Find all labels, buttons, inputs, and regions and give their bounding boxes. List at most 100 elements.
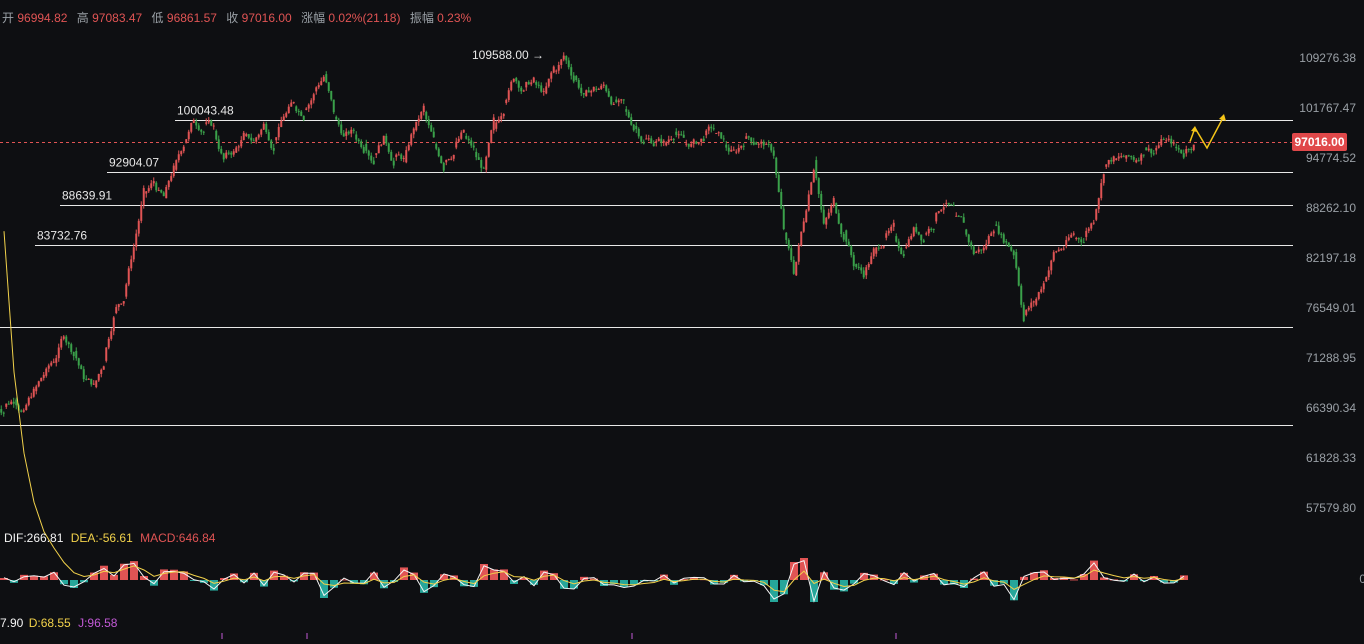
candle-body[interactable] — [920, 234, 923, 241]
candle-body[interactable] — [522, 90, 525, 92]
candle-body[interactable] — [462, 129, 465, 133]
candle-body[interactable] — [195, 121, 198, 126]
candle-body[interactable] — [360, 141, 363, 147]
candle-body[interactable] — [95, 380, 98, 388]
candle-body[interactable] — [1075, 237, 1078, 239]
candle-body[interactable] — [460, 132, 463, 139]
candle-body[interactable] — [782, 208, 785, 230]
candle-body[interactable] — [790, 248, 793, 260]
candle-body[interactable] — [1067, 237, 1070, 241]
candle-body[interactable] — [575, 76, 578, 81]
candle-body[interactable] — [1177, 148, 1180, 150]
candle-body[interactable] — [437, 148, 440, 157]
candle-body[interactable] — [40, 377, 43, 382]
candle-body[interactable] — [220, 148, 223, 154]
candle-body[interactable] — [380, 144, 383, 146]
candle-body[interactable] — [705, 130, 708, 136]
candle-body[interactable] — [1002, 234, 1005, 243]
candle-body[interactable] — [362, 146, 365, 153]
candle-body[interactable] — [610, 96, 613, 105]
candle-body[interactable] — [152, 181, 155, 184]
candle-body[interactable] — [832, 198, 835, 206]
candle-body[interactable] — [257, 134, 260, 138]
candle-body[interactable] — [1105, 164, 1108, 167]
candle-body[interactable] — [987, 236, 990, 244]
candle-body[interactable] — [627, 111, 630, 118]
candle-body[interactable] — [262, 123, 265, 130]
candle-body[interactable] — [720, 132, 723, 139]
candle-body[interactable] — [50, 362, 53, 366]
candle-body[interactable] — [642, 141, 645, 144]
candle-body[interactable] — [515, 78, 518, 82]
candle-body[interactable] — [210, 120, 213, 126]
candle-body[interactable] — [1070, 234, 1073, 238]
candle-body[interactable] — [805, 210, 808, 223]
candle-body[interactable] — [732, 149, 735, 151]
candle-body[interactable] — [337, 119, 340, 125]
candle-body[interactable] — [895, 236, 898, 242]
candle-body[interactable] — [1082, 242, 1085, 244]
candle-body[interactable] — [865, 267, 868, 276]
candle-body[interactable] — [1050, 260, 1053, 271]
candle-body[interactable] — [335, 116, 338, 120]
candle-body[interactable] — [1142, 154, 1145, 156]
candle-body[interactable] — [285, 113, 288, 117]
candle-body[interactable] — [815, 160, 818, 179]
candle-body[interactable] — [300, 111, 303, 116]
candle-body[interactable] — [855, 263, 858, 267]
candle-body[interactable] — [455, 141, 458, 148]
candle-body[interactable] — [872, 248, 875, 257]
candle-body[interactable] — [90, 378, 93, 385]
candle-body[interactable] — [20, 410, 23, 412]
candle-body[interactable] — [762, 141, 765, 146]
candle-body[interactable] — [385, 135, 388, 144]
candle-body[interactable] — [505, 99, 508, 103]
candle-body[interactable] — [1020, 285, 1023, 305]
candle-body[interactable] — [172, 165, 175, 177]
candle-body[interactable] — [1027, 307, 1030, 310]
candle-body[interactable] — [1160, 139, 1163, 146]
candle-body[interactable] — [990, 233, 993, 237]
candle-body[interactable] — [587, 90, 590, 93]
candle-body[interactable] — [175, 160, 178, 170]
candle-body[interactable] — [197, 125, 200, 130]
candle-body[interactable] — [22, 410, 25, 412]
candle-body[interactable] — [457, 138, 460, 142]
candle-body[interactable] — [910, 236, 913, 240]
candle-body[interactable] — [640, 136, 643, 142]
candle-body[interactable] — [542, 90, 545, 92]
candle-body[interactable] — [255, 137, 258, 142]
candle-body[interactable] — [157, 190, 160, 192]
candle-body[interactable] — [327, 82, 330, 91]
candle-body[interactable] — [1065, 240, 1068, 247]
candle-body[interactable] — [525, 82, 528, 88]
candle-body[interactable] — [1152, 153, 1155, 155]
candle-body[interactable] — [472, 145, 475, 148]
candle-body[interactable] — [1115, 158, 1118, 161]
candle-body[interactable] — [1187, 149, 1190, 151]
candle-body[interactable] — [797, 245, 800, 262]
candle-body[interactable] — [722, 138, 725, 140]
candle-body[interactable] — [277, 127, 280, 138]
candle-body[interactable] — [395, 154, 398, 158]
candle-body[interactable] — [972, 246, 975, 255]
candle-body[interactable] — [727, 147, 730, 152]
candle-body[interactable] — [55, 358, 58, 363]
candle-body[interactable] — [1155, 147, 1158, 151]
candle-body[interactable] — [982, 247, 985, 251]
candle-body[interactable] — [702, 138, 705, 141]
candle-body[interactable] — [350, 129, 353, 134]
candle-body[interactable] — [102, 366, 105, 370]
candle-body[interactable] — [967, 234, 970, 243]
candle-body[interactable] — [137, 220, 140, 234]
candle-body[interactable] — [1180, 149, 1183, 154]
candle-body[interactable] — [85, 378, 88, 380]
candle-body[interactable] — [252, 140, 255, 142]
candle-body[interactable] — [30, 396, 33, 398]
candle-body[interactable] — [200, 129, 203, 132]
candle-body[interactable] — [662, 140, 665, 143]
candle-body[interactable] — [802, 221, 805, 232]
candle-body[interactable] — [735, 151, 738, 153]
candle-body[interactable] — [77, 358, 80, 366]
candle-body[interactable] — [397, 154, 400, 156]
